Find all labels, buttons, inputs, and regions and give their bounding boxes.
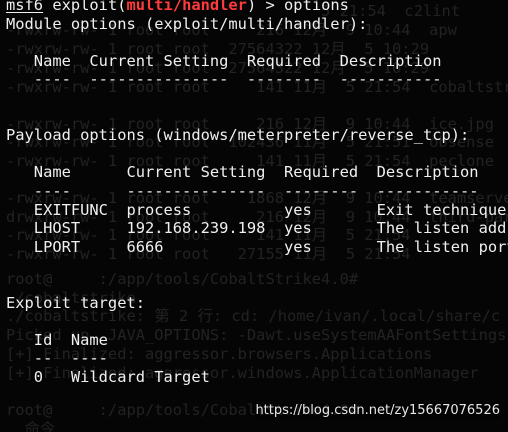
output-line: 0 Wildcard Target [6,367,210,386]
prompt-prefix: msf6 [6,0,44,14]
output-line: Name Current Setting Required Descriptio… [6,51,442,70]
terminal-window[interactable]: 5 21:54 c2lint -rwxrw-rw- 1 root root 216… [0,0,508,432]
prompt-line[interactable]: msf6 exploit(multi/handler) > options [0,0,508,15]
output-line: Payload options (windows/meterpreter/rev… [6,126,470,145]
output-line: ---- --------------- -------- ----------… [6,70,442,89]
prompt-exploit-open: exploit( [43,0,127,14]
watermark-text: https://blog.csdn.net/zy15667076526 [255,403,500,419]
output-line: Id Name [6,330,108,349]
terminal-output: msf6 exploit(multi/handler) > options Mo… [0,0,508,424]
output-line: ---- --------------- -------- ----------… [6,181,479,200]
typed-command: options [284,0,349,14]
output-line: -- ---- [6,349,108,368]
prompt-module: multi/handler [126,0,247,14]
output-line: Module options (exploit/multi/handler): [6,14,368,33]
prompt-close: ) > [246,0,285,14]
output-line: LPORT 6666 yes The listen port [6,237,508,256]
output-line: Name Current Setting Required Descriptio… [6,163,479,182]
output-line: EXITFUNC process yes Exit technique [6,200,507,219]
output-line: LHOST 192.168.239.198 yes The listen add… [6,219,508,238]
output-line: Exploit target: [6,293,145,312]
